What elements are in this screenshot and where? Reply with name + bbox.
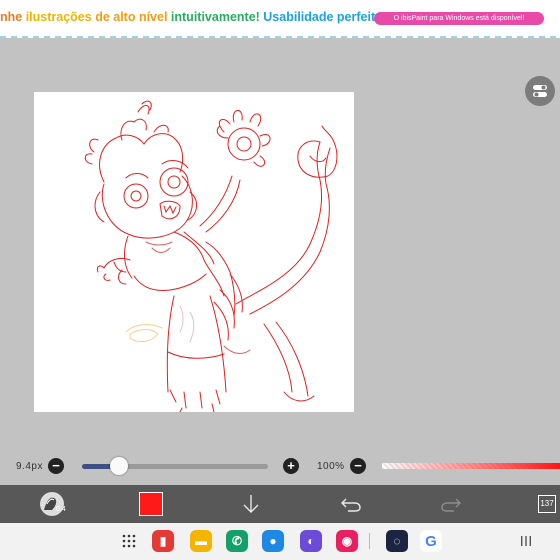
- redo-icon: [441, 498, 461, 512]
- character-sketch: [84, 100, 338, 412]
- banner-segment: Usabilidade perfeita!: [263, 10, 387, 24]
- banner-segment: intuitivamente!: [170, 10, 264, 24]
- layer-count-box: 137: [538, 495, 556, 513]
- download-button[interactable]: [238, 489, 264, 519]
- system-navigation-bar: ▮ ▬ ✆ ● ◐ ◉ ◌ G: [0, 523, 560, 560]
- banner-divider: [0, 36, 560, 38]
- redo-button[interactable]: [438, 489, 464, 519]
- opacity-decrease-button[interactable]: −: [350, 458, 366, 474]
- drawing-canvas[interactable]: [34, 92, 354, 412]
- samsung-notes-icon[interactable]: ▮: [152, 530, 174, 552]
- opacity-slider[interactable]: [382, 463, 560, 469]
- recent-apps-icon[interactable]: [520, 535, 532, 547]
- brush-size-knob[interactable]: [110, 457, 129, 475]
- brush-tool-button[interactable]: 0.4: [36, 489, 68, 519]
- nav-divider: [369, 533, 370, 549]
- camera-icon[interactable]: ◉: [336, 530, 358, 552]
- toolbar-toggle-button[interactable]: [525, 76, 555, 106]
- layers-button[interactable]: 137: [536, 489, 558, 519]
- promo-banner[interactable]: nhe ilustrações de alto nível intuitivam…: [0, 0, 560, 38]
- banner-segment: ilustrações: [25, 10, 96, 24]
- google-icon[interactable]: G: [420, 530, 442, 552]
- brush-size-decrease-button[interactable]: −: [48, 458, 64, 474]
- banner-text: nhe ilustrações de alto nível intuitivam…: [0, 10, 386, 24]
- layer-count: 137: [540, 499, 554, 508]
- toggle-icon: [533, 85, 547, 97]
- opacity-label: 100%: [317, 461, 345, 472]
- banner-segment: de alto nível: [95, 10, 171, 24]
- brush-badge: 0.4: [56, 506, 66, 513]
- banner-segment: nhe: [0, 10, 26, 24]
- phone-icon[interactable]: ✆: [226, 530, 248, 552]
- messages-icon[interactable]: ●: [262, 530, 284, 552]
- color-picker-button[interactable]: [138, 489, 164, 519]
- undo-icon: [341, 498, 361, 512]
- arrow-down-icon: [243, 495, 259, 513]
- internet-icon[interactable]: ◐: [300, 530, 322, 552]
- brush-size-label: 9.4px: [16, 461, 43, 472]
- app-drawer-icon[interactable]: [122, 534, 136, 548]
- ibispaint-icon[interactable]: ◌: [386, 530, 408, 552]
- current-color-swatch: [139, 492, 163, 516]
- windows-notice-pill[interactable]: O ibisPaint para Windows está disponível…: [374, 12, 544, 25]
- undo-button[interactable]: [338, 489, 364, 519]
- brush-size-increase-button[interactable]: +: [283, 458, 299, 474]
- my-files-icon[interactable]: ▬: [190, 530, 212, 552]
- bottom-toolbar: 0.4 137: [0, 485, 560, 523]
